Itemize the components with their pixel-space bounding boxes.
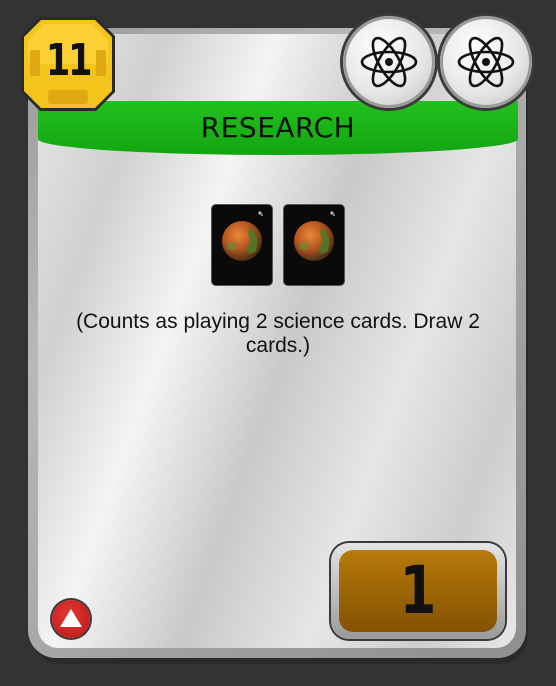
card-title: RESEARCH bbox=[200, 110, 356, 144]
planet-card-icon bbox=[284, 205, 344, 285]
atom-icon bbox=[360, 36, 418, 88]
cost-badge: 11 bbox=[18, 14, 118, 114]
atom-icon bbox=[457, 36, 515, 88]
planet-icon bbox=[212, 205, 272, 285]
warning-triangle-icon[interactable] bbox=[52, 600, 90, 638]
card-description: (Counts as playing 2 science cards. Draw… bbox=[76, 310, 480, 357]
triangle-icon bbox=[60, 609, 82, 627]
game-stage: RESEARCH 11 (Counts as playing 2 science… bbox=[0, 0, 556, 686]
victory-points-panel: 1 bbox=[339, 550, 497, 632]
victory-points-value: 1 bbox=[399, 551, 437, 629]
planet-card-icon bbox=[212, 205, 272, 285]
cost-value: 11 bbox=[45, 34, 93, 86]
planet-icon bbox=[284, 205, 344, 285]
science-atom-icon bbox=[343, 16, 435, 108]
victory-points-box: 1 bbox=[331, 543, 505, 639]
science-atom-icon bbox=[440, 16, 532, 108]
